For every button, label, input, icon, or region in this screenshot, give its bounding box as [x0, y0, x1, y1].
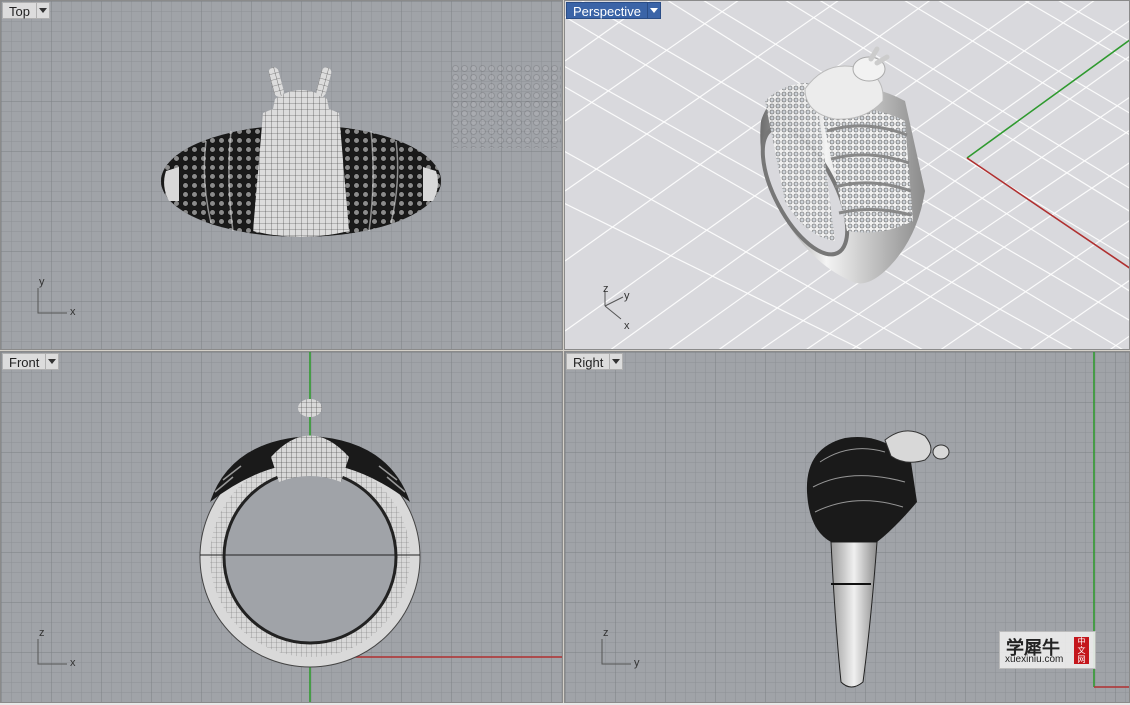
- axis-label-x: x: [624, 320, 630, 332]
- axis-label-y: y: [39, 276, 45, 288]
- top-grid: [1, 1, 562, 349]
- viewport-title: Right: [566, 353, 611, 370]
- viewport-title: Front: [2, 353, 47, 370]
- viewport-label-front[interactable]: Front: [2, 353, 60, 370]
- perspective-grid: [565, 1, 1129, 349]
- viewport-perspective[interactable]: z y x Perspective: [564, 0, 1130, 350]
- chevron-down-icon[interactable]: [36, 2, 50, 19]
- axis-label-y: y: [634, 657, 640, 669]
- axis-label-x: x: [70, 657, 76, 669]
- chevron-down-icon[interactable]: [647, 2, 661, 19]
- viewport-top[interactable]: y x Top: [0, 0, 563, 350]
- viewport-label-perspective[interactable]: Perspective: [566, 2, 661, 19]
- watermark-seal: 中文网: [1074, 637, 1089, 664]
- viewport-title: Top: [2, 2, 37, 19]
- watermark-url: xuexiniu.com: [1005, 654, 1064, 665]
- chevron-down-icon[interactable]: [610, 353, 624, 370]
- front-grid: [1, 352, 562, 702]
- viewport-label-right[interactable]: Right: [566, 353, 624, 370]
- watermark-logo: 学犀牛 xuexiniu.com 中文网: [999, 631, 1096, 669]
- viewport-title: Perspective: [566, 2, 648, 19]
- axis-label-z: z: [603, 627, 609, 639]
- viewport-label-top[interactable]: Top: [2, 2, 50, 19]
- viewport-front[interactable]: z x Front: [0, 351, 563, 703]
- axis-label-y: y: [624, 290, 630, 302]
- axis-label-z: z: [39, 627, 45, 639]
- axis-label-z: z: [603, 283, 609, 295]
- axis-label-x: x: [70, 306, 76, 318]
- chevron-down-icon[interactable]: [46, 353, 60, 370]
